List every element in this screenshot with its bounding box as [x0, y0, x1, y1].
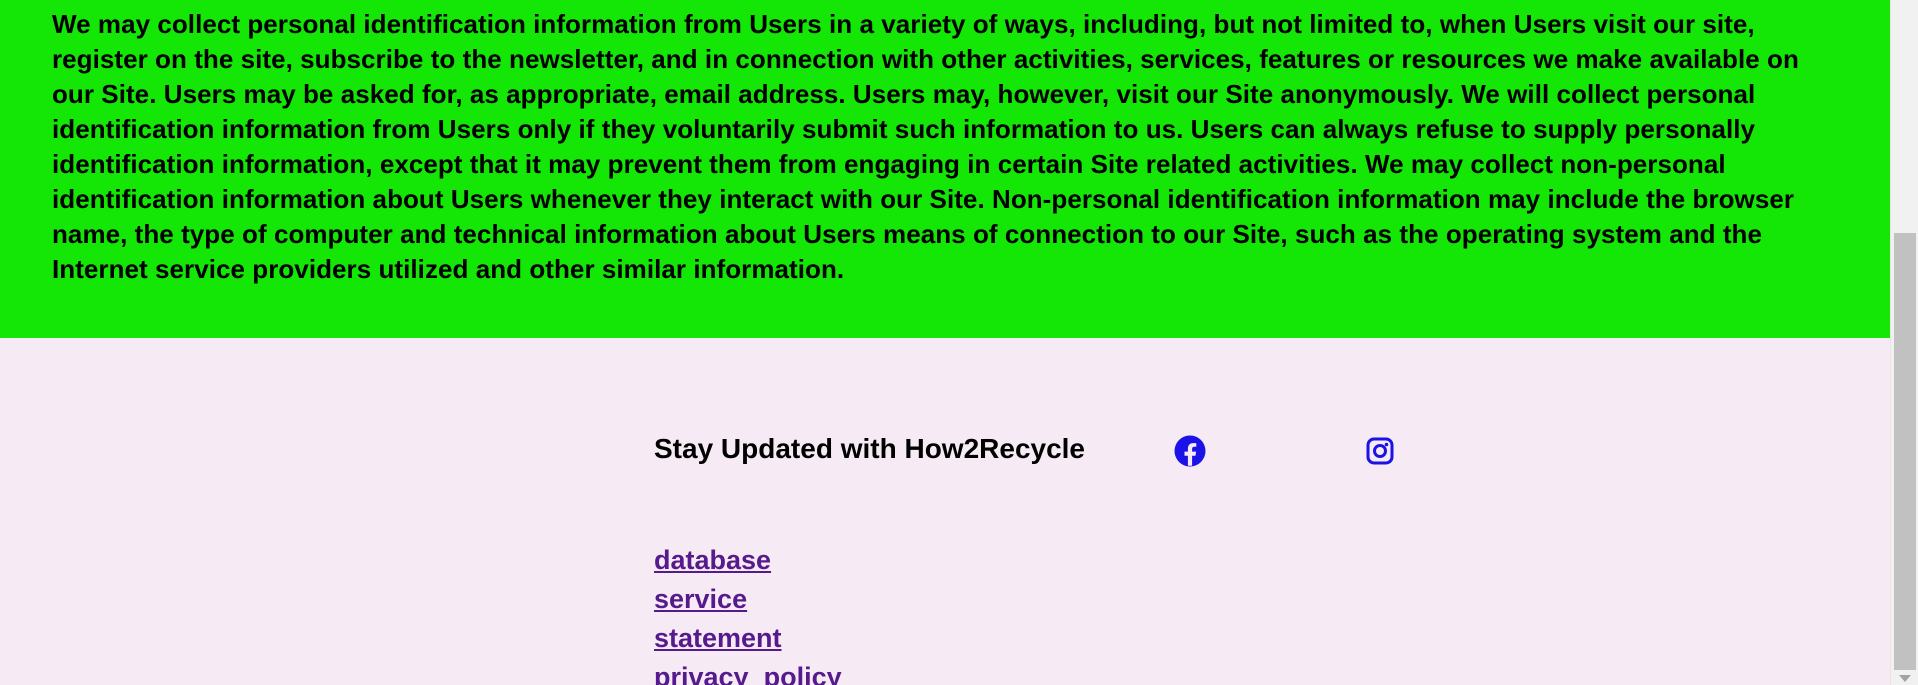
personal-information-paragraph: We may collect personal identification i… [52, 9, 1799, 284]
facebook-icon[interactable] [1173, 434, 1207, 468]
database-link[interactable]: database [654, 545, 771, 575]
footer-link-item: database [654, 543, 842, 582]
footer-link-item: statement [654, 621, 842, 660]
privacy-policy-page: We may collect personal identification i… [0, 0, 1918, 685]
scroll-down-arrow-icon[interactable] [1899, 675, 1911, 682]
footer-link-item: service [654, 582, 842, 621]
service-link[interactable]: service [654, 584, 747, 614]
privacy-policy-link[interactable]: privacy_policy [654, 662, 842, 685]
vertical-scrollbar[interactable] [1890, 0, 1918, 685]
footer-links: database service statement privacy_polic… [654, 543, 842, 685]
instagram-icon[interactable] [1363, 434, 1397, 468]
footer-link-item: privacy_policy [654, 660, 842, 685]
stay-updated-title: Stay Updated with How2Recycle [654, 433, 1086, 464]
page-content: We may collect personal identification i… [0, 0, 1890, 685]
scrollbar-thumb[interactable] [1894, 233, 1916, 670]
personal-information-section: We may collect personal identification i… [0, 0, 1890, 338]
site-footer: Stay Updated with How2Recycle database s… [0, 338, 1890, 685]
statement-link[interactable]: statement [654, 623, 782, 653]
